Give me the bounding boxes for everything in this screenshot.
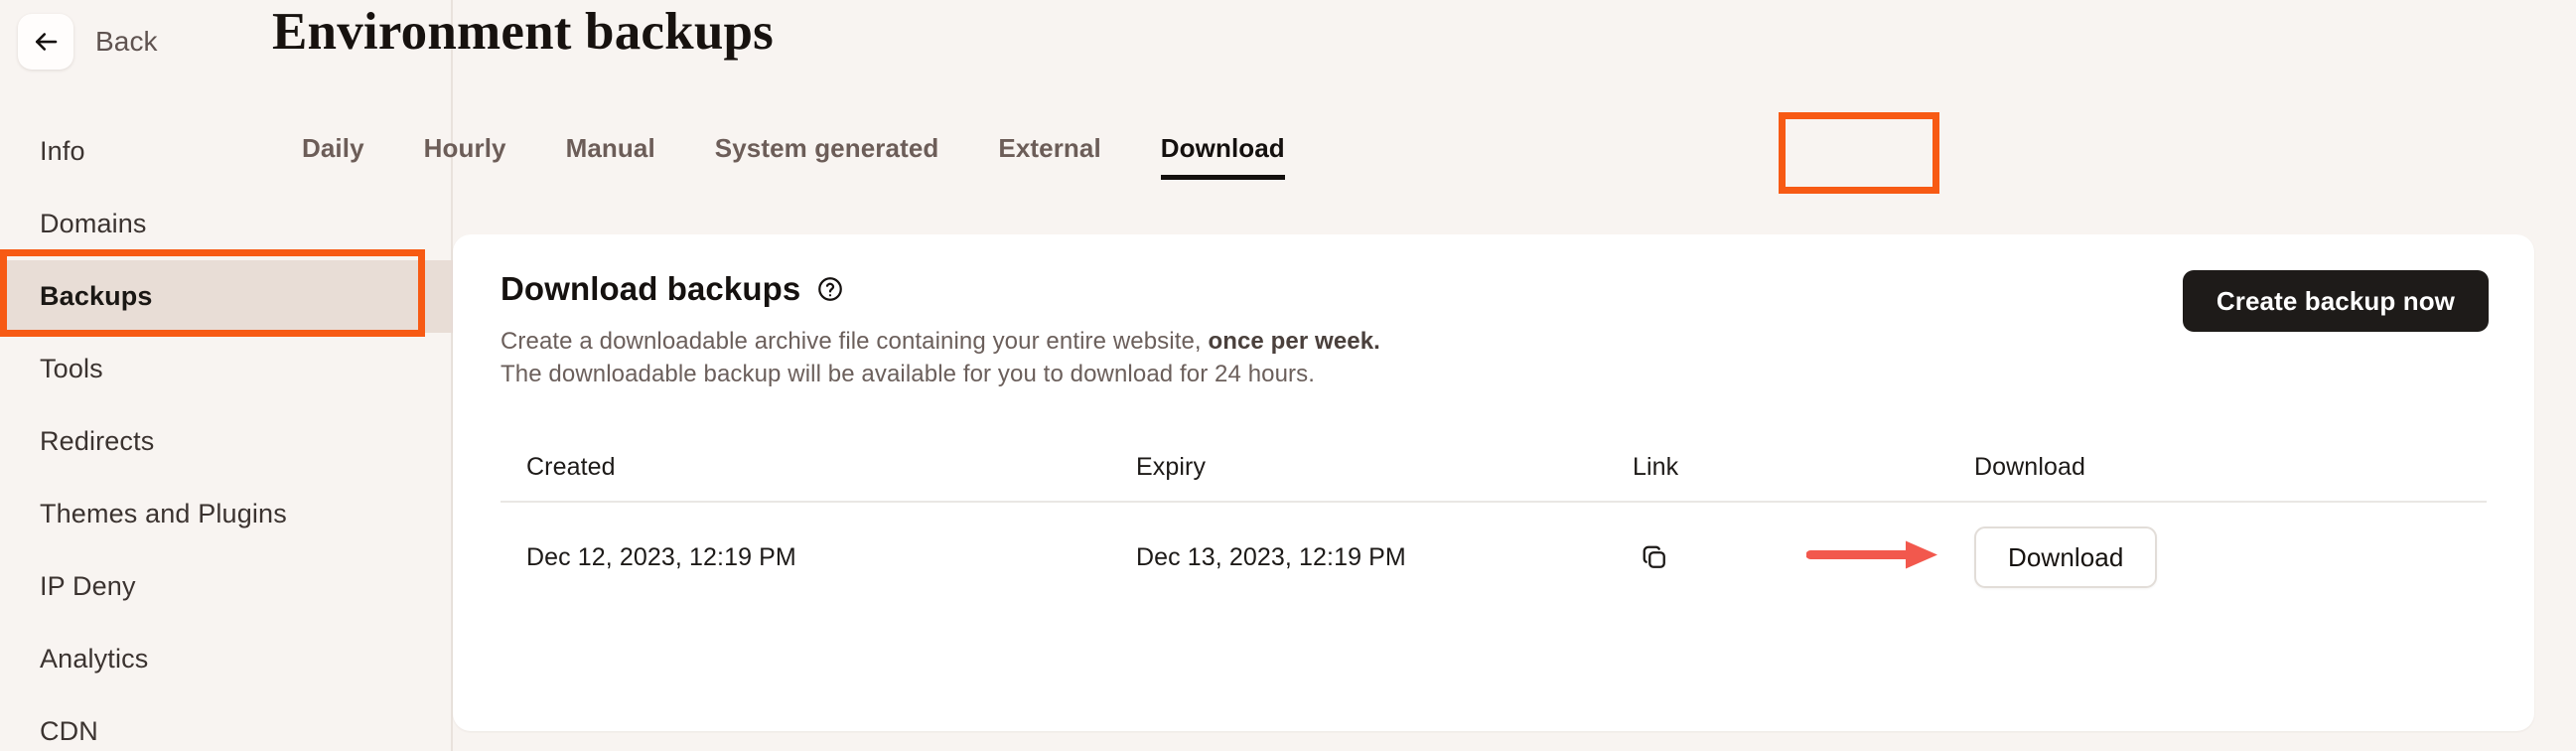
column-header-expiry: Expiry <box>1136 452 1207 481</box>
sidebar-item-label: Domains <box>40 209 147 238</box>
backup-type-tabs: Daily Hourly Manual System generated Ext… <box>272 125 1315 186</box>
cell-created: Dec 12, 2023, 12:19 PM <box>526 542 796 571</box>
sidebar-nav: Info Domains Backups Tools Redirects The… <box>0 115 453 751</box>
page-title: Environment backups <box>272 3 774 61</box>
sidebar-item-analytics[interactable]: Analytics <box>0 623 453 695</box>
back-label: Back <box>95 26 158 57</box>
table-row: Dec 12, 2023, 12:19 PM Dec 13, 2023, 12:… <box>501 503 2487 612</box>
backups-table: Created Expiry Link Download Dec 12, 202… <box>501 433 2487 612</box>
table-header-row: Created Expiry Link Download <box>501 433 2487 503</box>
sidebar-item-label: Analytics <box>40 644 149 674</box>
sidebar-item-themes-and-plugins[interactable]: Themes and Plugins <box>0 478 453 550</box>
copy-icon[interactable] <box>1633 535 1676 579</box>
card-description: Create a downloadable archive file conta… <box>501 325 2487 390</box>
sidebar-item-backups[interactable]: Backups <box>0 260 453 333</box>
tab-manual[interactable]: Manual <box>536 125 685 186</box>
sidebar-item-label: CDN <box>40 716 98 746</box>
sidebar-item-domains[interactable]: Domains <box>0 188 453 260</box>
sidebar-item-redirects[interactable]: Redirects <box>0 405 453 478</box>
cell-download: Download <box>1805 526 2487 588</box>
tab-download[interactable]: Download <box>1131 125 1315 186</box>
sidebar-item-label: Redirects <box>40 426 155 456</box>
cell-link <box>1633 535 1960 579</box>
card-description-line-2: The downloadable backup will be availabl… <box>501 361 1316 388</box>
main-content: Environment backups Daily Hourly Manual … <box>272 0 2576 751</box>
sidebar-item-ip-deny[interactable]: IP Deny <box>0 550 453 623</box>
tab-label: External <box>998 133 1101 163</box>
tab-daily[interactable]: Daily <box>272 125 394 186</box>
download-backups-card: Download backups Create a downloadable a… <box>453 234 2534 731</box>
tab-system-generated[interactable]: System generated <box>685 125 969 186</box>
sidebar-item-label: Backups <box>40 281 153 311</box>
tab-label: Hourly <box>423 133 506 163</box>
sidebar-item-label: IP Deny <box>40 571 136 601</box>
card-description-line-1-plain: Create a downloadable archive file conta… <box>501 328 1209 355</box>
tab-external[interactable]: External <box>968 125 1130 186</box>
sidebar-item-tools[interactable]: Tools <box>0 333 453 405</box>
tab-label: System generated <box>714 133 939 163</box>
question-circle-icon[interactable] <box>816 275 844 303</box>
annotation-highlight-download-tab <box>1779 112 1939 194</box>
tab-label: Download <box>1160 133 1285 163</box>
arrow-left-icon <box>31 27 61 57</box>
column-header-created: Created <box>526 452 616 481</box>
cell-expiry: Dec 13, 2023, 12:19 PM <box>1136 542 1406 571</box>
create-backup-now-button[interactable]: Create backup now <box>2182 270 2489 332</box>
tab-hourly[interactable]: Hourly <box>394 125 536 186</box>
back-button[interactable] <box>18 14 73 70</box>
back-navigation[interactable]: Back <box>18 14 158 70</box>
column-header-link: Link <box>1633 452 1679 481</box>
sidebar-item-label: Tools <box>40 354 103 383</box>
sidebar: Back Info Domains Backups Tools Redirect… <box>0 0 453 751</box>
tab-label: Daily <box>302 133 364 163</box>
sidebar-item-label: Themes and Plugins <box>40 499 287 528</box>
tab-label: Manual <box>565 133 655 163</box>
card-title: Download backups <box>501 270 801 307</box>
download-button[interactable]: Download <box>1974 526 2158 588</box>
column-header-download: Download <box>1974 452 2085 481</box>
sidebar-item-cdn[interactable]: CDN <box>0 695 453 751</box>
card-description-line-1-bold: once per week. <box>1208 328 1380 355</box>
sidebar-item-label: Info <box>40 136 85 166</box>
environment-backups-page: Back Info Domains Backups Tools Redirect… <box>0 0 2576 751</box>
